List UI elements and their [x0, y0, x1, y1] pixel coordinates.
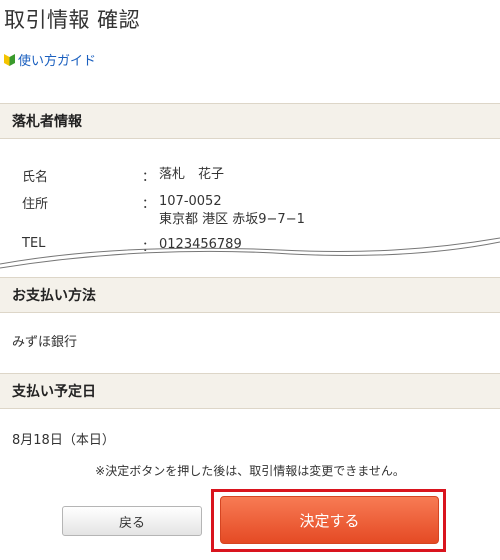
info-row-address: 住所 ： 107-0052 東京都 港区 赤坂9−7−1 — [22, 193, 305, 229]
address-postal: 107-0052 — [159, 194, 222, 209]
notice-text: ※決定ボタンを押した後は、取引情報は変更できません。 — [95, 464, 405, 478]
name-label: 氏名 — [22, 170, 49, 185]
guide-link-label: 使い方ガイド — [18, 54, 97, 69]
back-button[interactable]: 戻る — [62, 506, 202, 536]
section-header-winner: 落札者情報 — [0, 103, 500, 139]
confirm-button[interactable]: 決定する — [220, 496, 439, 544]
beginner-mark-icon — [4, 53, 15, 66]
name-separator: ： — [142, 170, 156, 185]
payment-date-value: 8月18日（本日） — [12, 433, 115, 448]
info-row-name: 氏名 ： 落札 花子 — [22, 166, 224, 185]
payment-method-value: みずほ銀行 — [12, 335, 78, 350]
section-header-schedule: 支払い予定日 — [0, 373, 500, 409]
address-street: 東京都 港区 赤坂9−7−1 — [159, 212, 305, 227]
address-separator: ： — [142, 197, 156, 212]
page-title: 取引情報 確認 — [4, 8, 141, 32]
name-value: 落札 花子 — [159, 167, 225, 182]
address-value: 107-0052 東京都 港区 赤坂9−7−1 — [159, 193, 305, 229]
guide-link[interactable]: 使い方ガイド — [4, 50, 96, 69]
address-label: 住所 — [22, 197, 49, 212]
section-header-payment: お支払い方法 — [0, 277, 500, 313]
torn-edge-divider — [0, 237, 500, 269]
